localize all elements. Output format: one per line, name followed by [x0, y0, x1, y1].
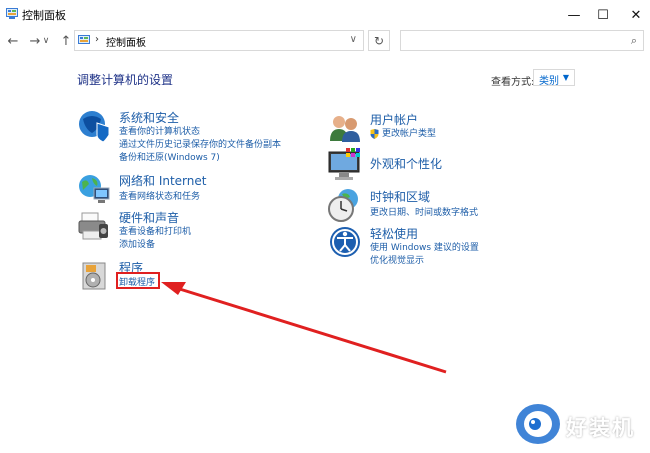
watermark-logo-icon: [516, 404, 560, 444]
control-panel-window: 控制面板 — ☐ ✕ ← → ∨ ↑ › 控制面板 ∨ ↻ ⌕ 调整计算机的设置…: [0, 0, 650, 453]
annotation-arrow: [161, 282, 447, 374]
watermark-text: 好装机: [566, 416, 635, 440]
watermark: 好装机: [514, 402, 644, 446]
